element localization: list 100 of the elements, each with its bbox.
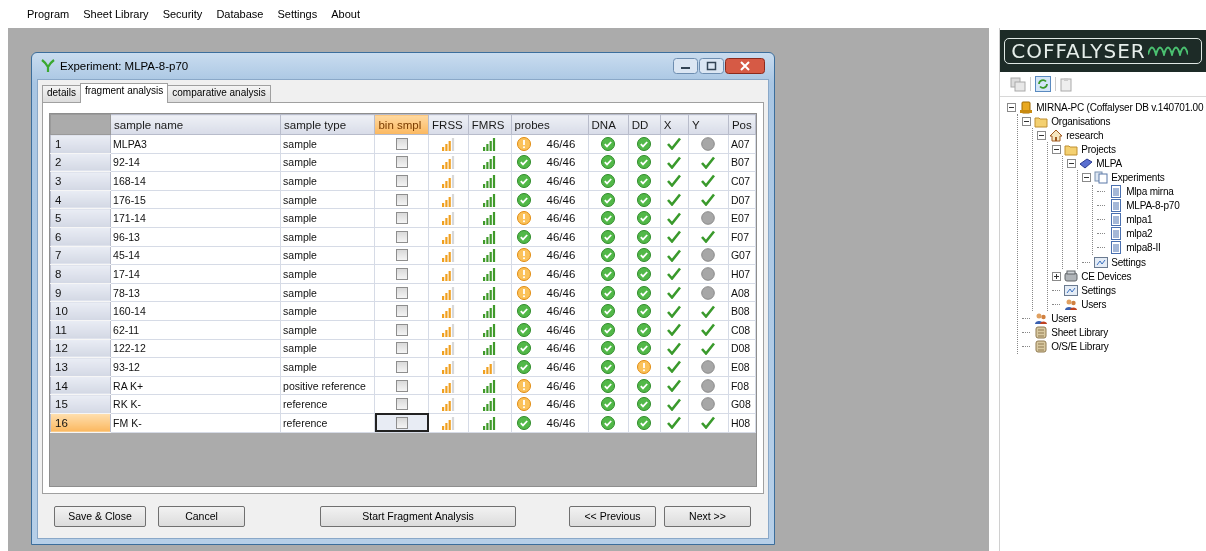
document-icon <box>1109 227 1124 241</box>
table-cell: 45-14 <box>110 246 281 265</box>
checkbox[interactable] <box>395 175 408 187</box>
tree-item[interactable]: Settings <box>1111 256 1146 268</box>
expander-icon[interactable] <box>1021 116 1032 126</box>
tree-item[interactable]: mlpa1 <box>1126 214 1153 226</box>
table-cell: D07 <box>728 190 756 209</box>
tab[interactable]: fragment analysis <box>79 83 169 103</box>
checkbox[interactable] <box>395 398 408 411</box>
checkbox[interactable] <box>395 379 408 392</box>
column-header[interactable]: FRSS <box>428 114 469 135</box>
tree-item[interactable]: MIRNA-PC (Coffalyser DB v.140701.00 <box>1036 101 1204 113</box>
tab[interactable]: comparative analysis <box>167 85 271 102</box>
tree-item[interactable]: Mlpa mirna <box>1126 186 1174 198</box>
checkbox[interactable] <box>395 342 408 355</box>
checkbox[interactable] <box>395 193 408 206</box>
tree-item[interactable]: MLPA <box>1096 157 1122 169</box>
table-cell: C07 <box>728 171 756 191</box>
column-header[interactable]: DD <box>628 114 661 135</box>
dialog-button[interactable]: Next >> <box>664 505 751 527</box>
tree-item[interactable]: mlpa2 <box>1126 228 1153 240</box>
column-header[interactable]: sample name <box>110 114 281 135</box>
menu-item[interactable]: Program <box>20 8 77 20</box>
table-cell: 93-12 <box>110 357 281 377</box>
table-cell: 160-14 <box>110 301 281 321</box>
house-icon <box>1049 128 1064 142</box>
table-cell: H08 <box>728 413 756 432</box>
expander-icon[interactable] <box>1066 158 1077 168</box>
expander-icon[interactable] <box>1051 271 1062 281</box>
menu-item[interactable]: About <box>324 8 367 20</box>
column-header[interactable]: sample type <box>280 114 375 135</box>
menu-item[interactable]: Database <box>209 8 271 20</box>
table-cell: sample <box>280 246 375 265</box>
close-icon[interactable] <box>725 58 765 74</box>
checkbox[interactable] <box>395 305 408 318</box>
table-cell: 176-15 <box>110 190 281 209</box>
table-cell: sample <box>280 283 375 302</box>
checkbox[interactable] <box>395 249 408 262</box>
tree-item[interactable]: Organisations <box>1051 115 1111 127</box>
tree-item[interactable]: O/S/E Library <box>1051 341 1109 353</box>
checkbox[interactable] <box>395 212 408 225</box>
expander-icon[interactable] <box>1036 130 1047 140</box>
table-cell: reference <box>280 394 375 414</box>
table-cell: G08 <box>728 394 756 414</box>
table-cell: H07 <box>728 264 756 284</box>
dialog-button[interactable]: Cancel <box>158 505 245 527</box>
tree-item[interactable]: research <box>1066 129 1104 141</box>
document-icon <box>1109 185 1124 199</box>
expander-icon[interactable] <box>1006 102 1017 112</box>
column-header[interactable]: probes <box>511 114 589 135</box>
table-cell: sample <box>280 208 375 228</box>
table-cell: 46/46 <box>546 230 576 243</box>
tree-item[interactable]: Settings <box>1081 284 1116 296</box>
dialog-button[interactable]: Start Fragment Analysis <box>320 505 516 527</box>
tree-item[interactable]: MLPA-8-p70 <box>1126 200 1180 212</box>
table-cell: reference <box>280 413 375 432</box>
column-header[interactable]: DNA <box>588 114 629 135</box>
maximize-icon[interactable] <box>699 58 724 74</box>
checkbox[interactable] <box>395 323 408 336</box>
dialog-button[interactable]: Save & Close <box>54 505 146 527</box>
expander-icon[interactable] <box>1051 144 1062 154</box>
tree-item[interactable]: Experiments <box>1111 172 1165 183</box>
column-header[interactable]: bin smpl <box>374 114 429 135</box>
refresh-icon[interactable] <box>1035 76 1052 92</box>
checkbox[interactable] <box>395 230 408 243</box>
checkbox[interactable] <box>395 156 408 169</box>
checkbox[interactable] <box>395 360 408 373</box>
table-cell: 78-13 <box>110 283 281 302</box>
table-cell: sample <box>280 264 375 284</box>
tree-item[interactable]: mlpa8-II <box>1126 242 1161 254</box>
checkbox[interactable] <box>395 286 408 299</box>
table-cell: 46/46 <box>546 267 576 280</box>
menu-item[interactable]: Sheet Library <box>76 8 156 20</box>
checkbox[interactable] <box>395 267 408 280</box>
expander-icon[interactable] <box>1081 173 1092 182</box>
tab[interactable]: details <box>42 85 81 102</box>
table-cell: sample <box>280 320 375 340</box>
minimize-icon[interactable] <box>673 58 698 74</box>
menu-item[interactable]: Settings <box>270 8 325 20</box>
column-header[interactable]: Y <box>688 114 729 135</box>
tree-item[interactable]: Sheet Library <box>1051 327 1109 339</box>
copy-icon[interactable] <box>1010 76 1027 92</box>
app-logo-icon <box>41 59 55 73</box>
column-header[interactable]: FMRS <box>468 114 512 135</box>
menu-item[interactable]: Security <box>155 8 210 20</box>
window-title: Experiment: MLPA-8-p70 <box>60 60 189 72</box>
table-cell: 46/46 <box>546 398 576 411</box>
table-cell: sample <box>280 190 375 209</box>
checkbox[interactable] <box>395 137 408 150</box>
tree-item[interactable]: Users <box>1051 312 1077 324</box>
column-header[interactable]: Pos <box>728 114 756 135</box>
library-icon <box>1034 326 1049 340</box>
document-icon <box>1109 213 1124 227</box>
checkbox[interactable] <box>395 416 408 429</box>
tree-item[interactable]: Users <box>1081 298 1107 310</box>
tree-item[interactable]: CE Devices <box>1081 270 1132 282</box>
table-cell: 62-11 <box>110 320 281 340</box>
column-header[interactable]: X <box>660 114 689 135</box>
tree-item[interactable]: Projects <box>1081 143 1116 155</box>
dialog-button[interactable]: << Previous <box>569 505 656 527</box>
